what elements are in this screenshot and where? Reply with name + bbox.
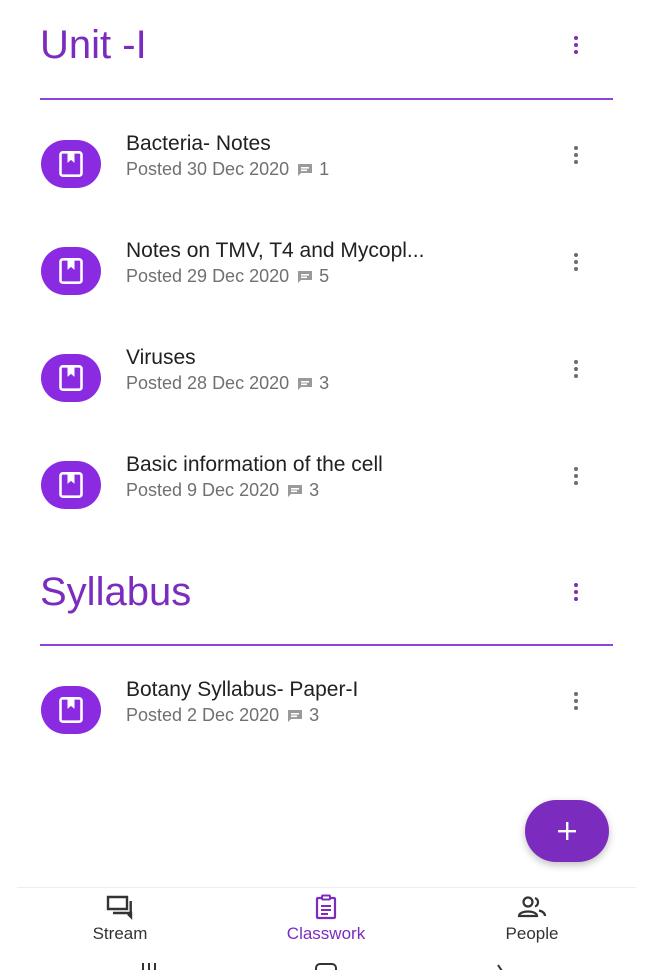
- comment-count: 3: [297, 373, 329, 394]
- classwork-icon: [315, 894, 337, 920]
- plus-icon: [558, 822, 576, 840]
- add-button[interactable]: [525, 800, 609, 862]
- item-title: Bacteria- Notes: [126, 132, 271, 155]
- system-nav-icons: [142, 963, 503, 970]
- posted-date: Posted 2 Dec 2020: [126, 705, 280, 725]
- topic-more-options-icon[interactable]: [564, 30, 588, 60]
- comment-count: 3: [287, 480, 319, 501]
- material-icon: [41, 461, 101, 509]
- people-icon: [517, 896, 547, 918]
- nav-tab-people[interactable]: People: [457, 894, 607, 950]
- comment-count: 5: [297, 266, 329, 287]
- item-meta: Posted 30 Dec 2020 1: [126, 159, 329, 180]
- bookmark-document-icon: [59, 365, 83, 391]
- topic-title: Syllabus: [40, 570, 192, 614]
- nav-label-classwork: Classwork: [286, 924, 366, 943]
- posted-date: Posted 28 Dec 2020: [126, 373, 290, 393]
- item-meta: Posted 9 Dec 2020 3: [126, 480, 319, 501]
- comment-icon: [298, 270, 313, 283]
- comment-count: 1: [297, 159, 329, 180]
- comment-icon: [288, 484, 303, 497]
- item-more-options-icon[interactable]: [564, 461, 588, 491]
- list-item[interactable]: Viruses Posted 28 Dec 2020 3: [0, 342, 653, 422]
- nav-label-stream: Stream: [92, 924, 148, 943]
- item-more-options-icon[interactable]: [564, 140, 588, 170]
- list-item[interactable]: Bacteria- Notes Posted 30 Dec 2020 1: [0, 128, 653, 208]
- stream-icon: [106, 895, 133, 920]
- comment-icon: [298, 163, 313, 176]
- item-meta: Posted 2 Dec 2020 3: [126, 705, 319, 726]
- bookmark-document-icon: [59, 151, 83, 177]
- nav-label-people: People: [505, 924, 559, 943]
- comment-icon: [298, 377, 313, 390]
- nav-tab-classwork[interactable]: Classwork: [251, 894, 401, 950]
- item-meta: Posted 28 Dec 2020 3: [126, 373, 329, 394]
- item-more-options-icon[interactable]: [564, 247, 588, 277]
- item-title: Basic information of the cell: [126, 453, 383, 476]
- material-icon: [41, 247, 101, 295]
- item-more-options-icon[interactable]: [564, 686, 588, 716]
- bookmark-document-icon: [59, 472, 83, 498]
- list-item[interactable]: Basic information of the cell Posted 9 D…: [0, 449, 653, 529]
- classwork-screen: Unit -I Bacteria- Notes Posted 30 Dec 20…: [0, 0, 653, 970]
- home-icon: [315, 963, 337, 970]
- comment-icon: [288, 709, 303, 722]
- bookmark-document-icon: [59, 697, 83, 723]
- bookmark-document-icon: [59, 258, 83, 284]
- back-icon: [497, 964, 503, 970]
- topic-header-unit-1: Unit -I: [40, 15, 613, 75]
- list-item[interactable]: Botany Syllabus- Paper-I Posted 2 Dec 20…: [0, 674, 653, 754]
- posted-date: Posted 9 Dec 2020: [126, 480, 280, 500]
- item-title: Botany Syllabus- Paper-I: [126, 678, 359, 701]
- material-icon: [41, 140, 101, 188]
- topic-header-syllabus: Syllabus: [40, 562, 613, 622]
- item-title: Viruses: [126, 346, 196, 369]
- topic-title: Unit -I: [40, 23, 147, 67]
- item-more-options-icon[interactable]: [564, 354, 588, 384]
- recent-apps-icon: [142, 963, 156, 970]
- topic-divider: [40, 98, 613, 100]
- material-icon: [41, 686, 101, 734]
- system-navigation-bar: [0, 958, 653, 970]
- item-title: Notes on TMV, T4 and Mycopl...: [126, 239, 425, 262]
- posted-date: Posted 29 Dec 2020: [126, 266, 290, 286]
- material-icon: [41, 354, 101, 402]
- item-meta: Posted 29 Dec 2020 5: [126, 266, 329, 287]
- topic-more-options-icon[interactable]: [564, 577, 588, 607]
- list-item[interactable]: Notes on TMV, T4 and Mycopl... Posted 29…: [0, 235, 653, 315]
- topic-divider: [40, 644, 613, 646]
- nav-tab-stream[interactable]: Stream: [45, 894, 195, 950]
- comment-count: 3: [287, 705, 319, 726]
- bottom-navigation: Stream Classwork People: [17, 887, 636, 956]
- posted-date: Posted 30 Dec 2020: [126, 159, 290, 179]
